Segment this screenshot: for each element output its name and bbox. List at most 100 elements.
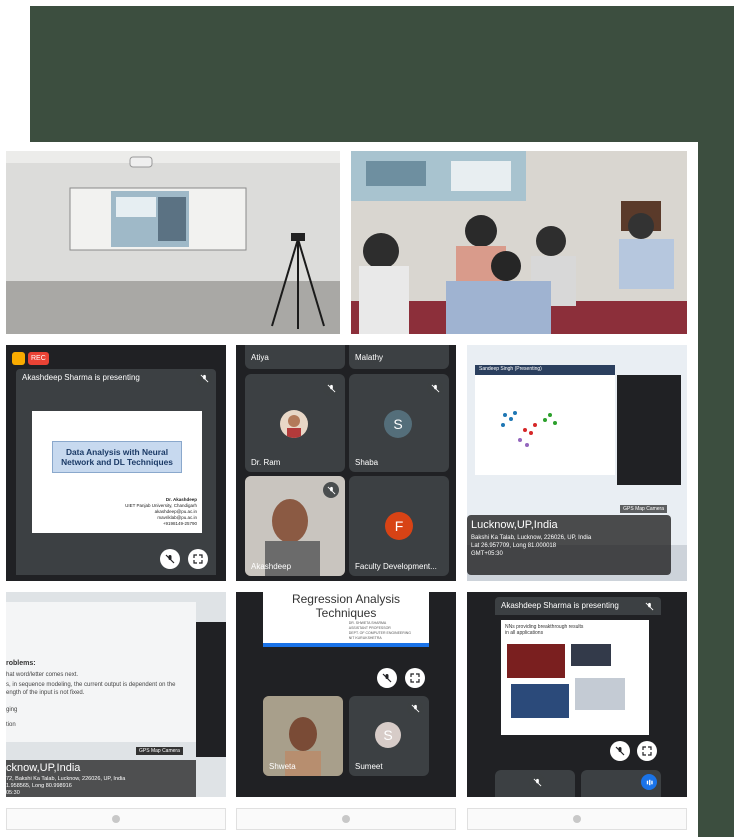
gps-latlong: Lat 26.957709, Long 81.000018 xyxy=(471,543,557,549)
grid-tile-4: S Shaba xyxy=(349,374,449,472)
mute-button[interactable] xyxy=(377,668,397,688)
slide-accent-bar xyxy=(263,643,429,647)
participant-name: Faculty Development... xyxy=(355,562,437,571)
classroom-left-illustration xyxy=(6,151,340,334)
gps-address: 72, Bakshi Ka Talab, Lucknow, 226026, UP… xyxy=(6,776,126,782)
slide-page: Data Analysis with Neural Network and DL… xyxy=(32,411,202,533)
meet-screenshot-grid: Atiya Malathy Dr. Ram S Shaba Akashdeep xyxy=(236,345,456,581)
cast-badge xyxy=(12,352,25,365)
meet-side-panel xyxy=(196,622,226,757)
avatar: F xyxy=(385,512,413,540)
page: REC Akashdeep Sharma is presenting Data … xyxy=(0,0,734,837)
problems-heading: roblems: xyxy=(6,660,36,667)
scatter-plot-visual xyxy=(501,411,557,447)
grid-tile-1 xyxy=(495,770,575,797)
add-slot-3[interactable] xyxy=(467,808,687,830)
shared-screen xyxy=(475,375,615,475)
add-slot-2[interactable] xyxy=(236,808,456,830)
meet-header: Sandeep Singh (Presenting) xyxy=(475,365,615,375)
presenter-header: Sandeep Singh (Presenting) xyxy=(479,366,542,372)
participant-name: Atiya xyxy=(251,353,269,362)
gps-tag: GPS Map Camera xyxy=(620,505,667,513)
fullscreen-icon xyxy=(193,554,203,564)
mic-off-icon xyxy=(529,774,545,790)
mic-off-icon xyxy=(615,746,625,756)
mic-off-icon xyxy=(382,673,392,683)
participant-name: Shweta xyxy=(269,762,296,771)
speaking-icon xyxy=(641,774,657,790)
participant-name: Sumeet xyxy=(355,762,383,771)
grid-tile-1: Shweta xyxy=(263,696,343,776)
meet-laptop-photo-gps: Sandeep Singh (Presenting) GPS Map Camer… xyxy=(467,345,687,581)
mic-off-icon xyxy=(407,700,423,716)
presenting-label: Akashdeep Sharma is presenting xyxy=(501,601,619,610)
grid-tile-5: Akashdeep xyxy=(245,476,345,576)
mic-off-icon xyxy=(427,380,443,396)
presenting-label: Akashdeep Sharma is presenting xyxy=(22,373,140,382)
grid-tile-2: Malathy xyxy=(349,345,449,369)
slide-page: NNs providing breakthrough results in al… xyxy=(501,620,649,735)
participant-name: Akashdeep xyxy=(251,562,292,571)
presenting-header: Akashdeep Sharma is presenting xyxy=(16,369,216,387)
problems-line-4: ging xyxy=(6,707,18,713)
slide-author-block: Dr. Akashdeep UIET Panjab University, Ch… xyxy=(125,497,197,527)
slide-author-block: DR. SHWETA SHARMA ASSISTANT PROFESSOR DE… xyxy=(349,621,411,641)
gps-gmt: GMT+05:30 xyxy=(471,551,503,557)
participant-name: Dr. Ram xyxy=(251,458,281,467)
mute-button[interactable] xyxy=(160,549,180,569)
mic-off-icon xyxy=(323,380,339,396)
problems-line-1: hat word/letter comes next. xyxy=(6,672,79,678)
slide-sub-4: NIT KURUKSHETRA xyxy=(348,636,382,640)
participant-name: Shaba xyxy=(355,458,379,467)
slide-phone: +9198149-25790 xyxy=(162,521,197,526)
slide-image-2 xyxy=(571,644,611,666)
avatar: S xyxy=(384,410,412,438)
classroom-photo-left xyxy=(6,151,340,334)
problems-line-2: s, in sequence modeling, the current out… xyxy=(6,682,176,688)
slide-frame: Data Analysis with Neural Network and DL… xyxy=(16,387,216,575)
fullscreen-icon xyxy=(410,673,420,683)
avatar: S xyxy=(375,722,401,748)
gps-tag: GPS Map Camera xyxy=(136,747,183,755)
fullscreen-icon xyxy=(642,746,652,756)
slide-image-1 xyxy=(507,644,565,678)
participant-name: Malathy xyxy=(355,353,384,362)
grid-tile-1: Atiya xyxy=(245,345,345,369)
grid-tile-2 xyxy=(581,770,661,797)
slide-title-box: Data Analysis with Neural Network and DL… xyxy=(52,441,182,473)
mute-button[interactable] xyxy=(610,741,630,761)
classroom-right-illustration xyxy=(351,151,687,334)
gps-panel: cknow,UP,India 72, Bakshi Ka Talab, Luck… xyxy=(6,760,196,797)
grid-tile-3: Dr. Ram xyxy=(245,374,345,472)
meet-laptop-photo-problems: roblems: hat word/letter comes next. s, … xyxy=(6,592,226,797)
problems-line-3: ength of the input is not fixed. xyxy=(6,690,85,696)
slide-image-4 xyxy=(575,678,625,710)
mic-off-icon xyxy=(165,554,175,564)
mic-off-icon[interactable] xyxy=(641,598,657,614)
gps-location: cknow,UP,India xyxy=(6,762,81,774)
fullscreen-button[interactable] xyxy=(188,549,208,569)
slide-title-line-2: Techniques xyxy=(315,606,377,620)
meet-screenshot-presenting-nns: Akashdeep Sharma is presenting NNs provi… xyxy=(467,592,687,797)
problems-line-5: tion xyxy=(6,722,16,728)
plus-icon xyxy=(112,815,120,823)
gps-location: Lucknow,UP,India xyxy=(471,519,558,531)
meet-screenshot-presenting: REC Akashdeep Sharma is presenting Data … xyxy=(6,345,226,581)
grid-tile-6: F Faculty Development... xyxy=(349,476,449,576)
plus-icon xyxy=(342,815,350,823)
fullscreen-button[interactable] xyxy=(405,668,425,688)
rec-badge: REC xyxy=(28,352,49,365)
gps-address: Bakshi Ka Talab, Lucknow, 226026, UP, In… xyxy=(471,535,592,541)
fullscreen-button[interactable] xyxy=(637,741,657,761)
add-slot-1[interactable] xyxy=(6,808,226,830)
plus-icon xyxy=(573,815,581,823)
slide-page: Regression Analysis Techniques DR. SHWET… xyxy=(263,592,429,647)
gps-latlong: 1.958565, Long 80.998916 xyxy=(6,783,72,789)
grid-tile-2: S Sumeet xyxy=(349,696,429,776)
slide-image-3 xyxy=(511,684,569,718)
presenting-header: Akashdeep Sharma is presenting xyxy=(495,597,661,615)
slide-title-line-1: Regression Analysis xyxy=(291,592,401,606)
meet-screenshot-regression: Regression Analysis Techniques DR. SHWET… xyxy=(236,592,456,797)
mic-off-icon[interactable] xyxy=(196,370,212,386)
collage-board: REC Akashdeep Sharma is presenting Data … xyxy=(0,142,698,837)
